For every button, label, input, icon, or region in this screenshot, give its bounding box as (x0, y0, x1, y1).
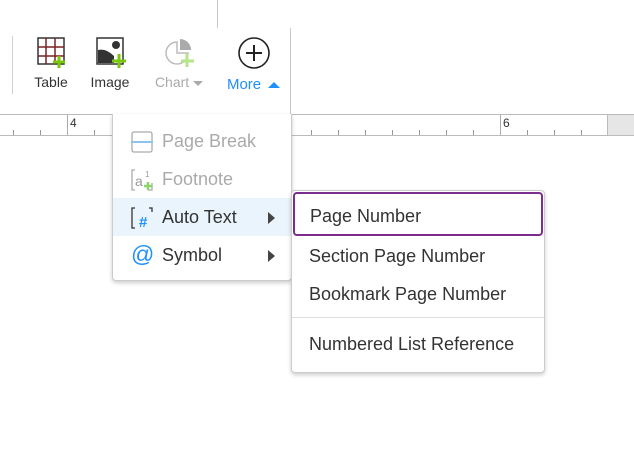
menu-item-symbol[interactable]: @ Symbol (113, 236, 291, 274)
ruler-label: 4 (70, 116, 77, 130)
menu-item-page-number[interactable]: Page Number (293, 192, 543, 236)
svg-text:#: # (139, 214, 148, 229)
ruler-tick (338, 130, 339, 135)
menu-item-bookmark-page-number[interactable]: Bookmark Page Number (292, 275, 544, 313)
page-break-icon (131, 131, 153, 153)
footnote-icon: a1 (131, 169, 153, 191)
ruler-tick (581, 130, 582, 135)
svg-text:a: a (135, 173, 143, 189)
auto-text-submenu: Page Number Section Page Number Bookmark… (291, 190, 545, 373)
menu-item-numbered-list-reference[interactable]: Numbered List Reference (292, 325, 544, 363)
submenu-arrow-icon (268, 212, 275, 224)
at-symbol-icon: @ (131, 241, 155, 267)
menu-item-footnote[interactable]: a1 Footnote (113, 160, 291, 198)
ruler-tick (419, 130, 420, 135)
ruler-tick (365, 130, 366, 135)
ruler-margin (607, 115, 634, 135)
ruler-tick (554, 130, 555, 135)
ruler-tick (13, 130, 14, 135)
plus-circle-icon (237, 37, 270, 69)
chart-dropdown-caret-icon (193, 80, 204, 86)
ruler-inch-mark (67, 115, 68, 135)
chart-button[interactable]: Chart (150, 36, 208, 90)
ruler-tick (40, 130, 41, 135)
menu-item-page-break[interactable]: Page Break (113, 122, 291, 160)
chart-icon (165, 39, 194, 67)
menu-divider (292, 317, 544, 318)
menu-item-section-page-number[interactable]: Section Page Number (292, 237, 544, 275)
ruler-label: 6 (503, 116, 510, 130)
toolbar-divider (12, 36, 13, 94)
submenu-arrow-icon (268, 250, 275, 262)
ruler-tick (446, 130, 447, 135)
auto-text-icon: # (131, 207, 153, 229)
ruler-tick (392, 130, 393, 135)
more-menu: Page Break a1 Footnote # Auto Text @ Sym… (112, 114, 292, 281)
more-button[interactable]: More (217, 28, 291, 114)
ruler-tick (473, 130, 474, 135)
ruler-inch-mark (500, 115, 501, 135)
ruler-tick (311, 130, 312, 135)
table-button[interactable]: Table (32, 36, 70, 90)
image-icon (96, 37, 126, 68)
ruler-tick (527, 130, 528, 135)
insert-toolbar: Table Image Chart (0, 0, 218, 115)
ruler-tick (94, 130, 95, 135)
menu-item-auto-text[interactable]: # Auto Text (113, 198, 291, 236)
caret-up-icon (268, 82, 281, 89)
table-icon (37, 37, 65, 68)
horizontal-ruler[interactable]: 4 6 (0, 114, 634, 136)
svg-text:1: 1 (145, 170, 150, 179)
image-button[interactable]: Image (88, 36, 132, 90)
